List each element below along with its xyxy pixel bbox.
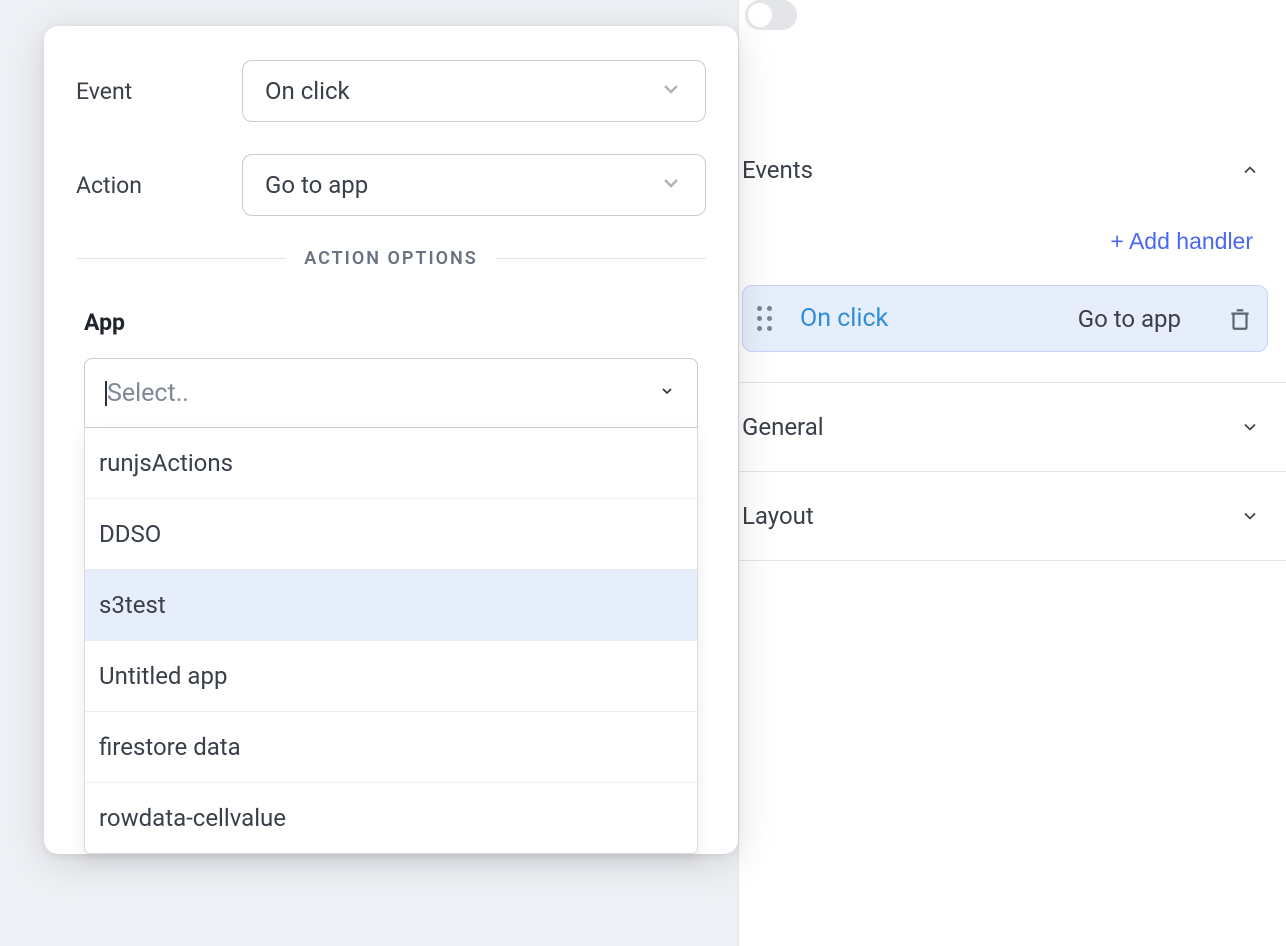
chevron-down-icon: [659, 77, 683, 105]
divider-line: [76, 258, 286, 259]
action-field-row: Action Go to app: [76, 154, 706, 216]
app-select[interactable]: Select..: [84, 358, 698, 428]
section-layout-title: Layout: [742, 502, 814, 530]
handler-action-label: Go to app: [1078, 305, 1181, 333]
divider-line: [496, 258, 706, 259]
action-select[interactable]: Go to app: [242, 154, 706, 216]
section-general-title: General: [742, 413, 824, 441]
event-select-value: On click: [265, 77, 350, 105]
inspector-panel: Events + Add handler On click Go to app: [738, 0, 1286, 946]
chevron-down-icon: [659, 171, 683, 199]
app-field-label: App: [76, 309, 706, 336]
add-handler-button[interactable]: + Add handler: [1110, 228, 1253, 255]
chevron-down-icon: [1240, 506, 1260, 526]
handler-event-label: On click: [800, 304, 888, 333]
sections-container: Events + Add handler On click Go to app: [739, 120, 1286, 561]
action-select-value: Go to app: [265, 171, 368, 199]
event-handler-row[interactable]: On click Go to app: [742, 285, 1268, 352]
section-general-header[interactable]: General: [742, 413, 1268, 441]
drag-handle-icon[interactable]: [757, 306, 772, 331]
section-general: General: [739, 383, 1286, 472]
app-dropdown-list[interactable]: runjsActionsDDSOs3testUntitled appfirest…: [84, 428, 698, 854]
app-select-wrap: Select.. runjsActionsDDSOs3testUntitled …: [76, 358, 706, 854]
event-config-popup: Event On click Action Go to app ACTION O…: [44, 26, 738, 854]
app-option[interactable]: runjsActions: [85, 428, 697, 499]
app-option[interactable]: s3test: [85, 570, 697, 641]
event-select[interactable]: On click: [242, 60, 706, 122]
action-label: Action: [76, 172, 242, 199]
trash-icon[interactable]: [1227, 306, 1253, 332]
event-label: Event: [76, 78, 242, 105]
app-option[interactable]: Untitled app: [85, 641, 697, 712]
chevron-up-icon: [1240, 160, 1260, 180]
app-option[interactable]: DDSO: [85, 499, 697, 570]
app-option[interactable]: rowdata-cellvalue: [85, 783, 697, 853]
toggle-switch[interactable]: [745, 0, 797, 30]
action-options-divider: ACTION OPTIONS: [76, 248, 706, 269]
chevron-down-icon: [1240, 417, 1260, 437]
divider-label: ACTION OPTIONS: [286, 248, 496, 269]
section-events-title: Events: [742, 156, 813, 184]
app-option[interactable]: firestore data: [85, 712, 697, 783]
section-layout: Layout: [739, 472, 1286, 561]
section-layout-header[interactable]: Layout: [742, 502, 1268, 530]
add-handler-row: + Add handler: [742, 228, 1268, 255]
app-select-placeholder: Select..: [107, 379, 189, 408]
section-events-header[interactable]: Events: [742, 156, 1268, 184]
event-field-row: Event On click: [76, 60, 706, 122]
chevron-down-icon: [659, 383, 675, 403]
section-events: Events + Add handler On click Go to app: [739, 120, 1286, 383]
